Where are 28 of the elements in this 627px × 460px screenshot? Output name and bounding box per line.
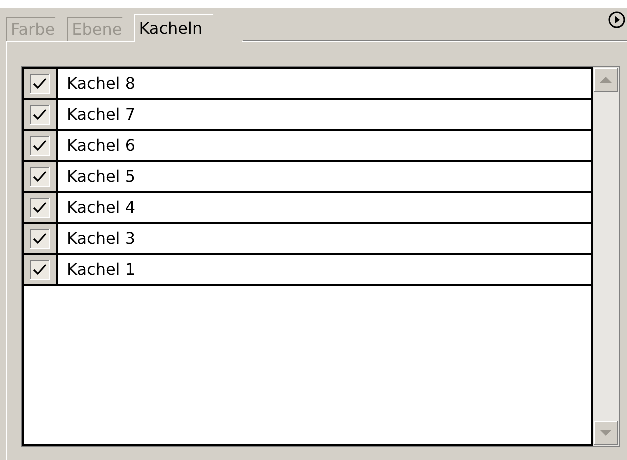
layer-name[interactable]: Kachel 7	[58, 102, 136, 126]
check-icon	[33, 78, 47, 90]
layer-name[interactable]: Kachel 4	[58, 196, 136, 220]
scrollbar[interactable]	[593, 67, 619, 446]
checkbox[interactable]	[30, 136, 50, 156]
checkbox[interactable]	[30, 228, 50, 248]
tab[interactable]: Kacheln	[134, 14, 243, 42]
check-icon	[33, 202, 47, 214]
checkbox[interactable]	[30, 104, 50, 124]
scroll-down-button[interactable]	[594, 421, 618, 445]
check-icon	[33, 108, 47, 120]
check-icon	[33, 232, 47, 244]
check-icon	[33, 170, 47, 182]
layer-name[interactable]: Kachel 6	[58, 134, 136, 158]
play-menu-icon[interactable]	[608, 11, 626, 29]
down-arrow-icon	[600, 430, 612, 436]
checkbox[interactable]	[30, 260, 50, 280]
check-icon	[33, 264, 47, 276]
layer-name[interactable]: Kachel 1	[58, 258, 136, 282]
checkbox[interactable]	[30, 198, 50, 218]
layer-name[interactable]: Kachel 8	[58, 72, 136, 96]
layer-name[interactable]: Kachel 3	[58, 226, 136, 250]
scroll-up-button[interactable]	[594, 68, 618, 92]
checkbox[interactable]	[30, 74, 50, 94]
layer-name[interactable]: Kachel 5	[58, 164, 136, 188]
checkbox[interactable]	[30, 166, 50, 186]
check-icon	[33, 140, 47, 152]
up-arrow-icon	[600, 77, 612, 83]
